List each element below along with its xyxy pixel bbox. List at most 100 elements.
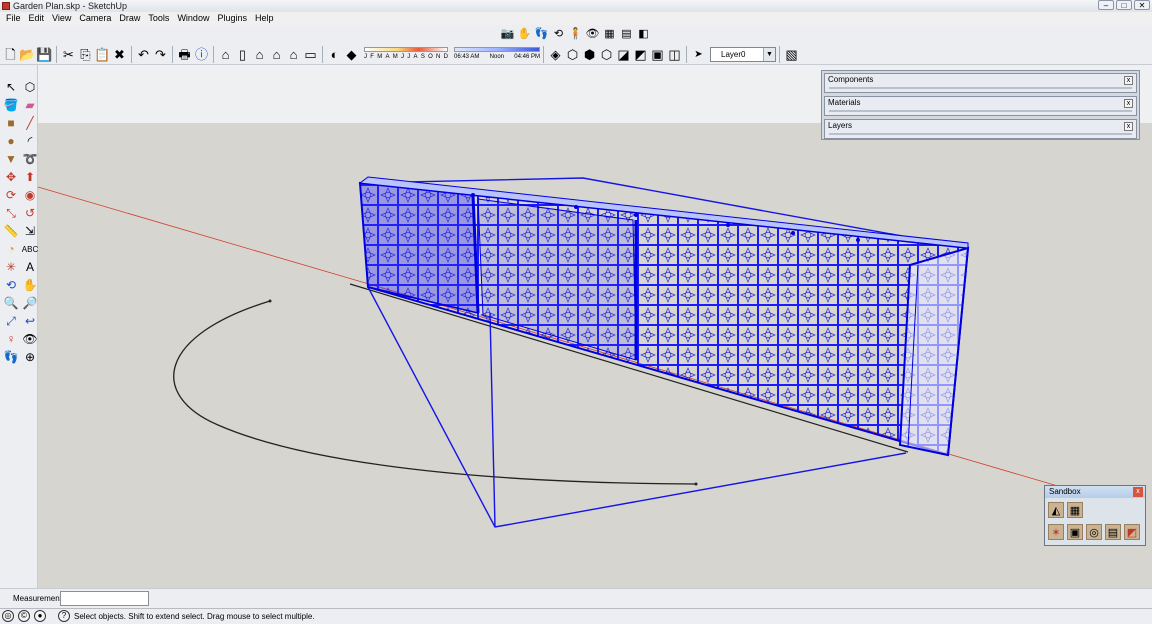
model-info-icon[interactable]: ⓘ [193, 46, 210, 63]
style-extra-icon[interactable]: ▣ [649, 46, 666, 63]
menu-plugins[interactable]: Plugins [213, 12, 251, 25]
cut-icon[interactable]: ✂ [60, 46, 77, 63]
layers-panel[interactable]: Layers x [824, 119, 1137, 139]
close-window-button[interactable]: ✕ [1134, 0, 1150, 10]
smoove-icon[interactable]: ✶ [1048, 524, 1064, 540]
shaded-textures-icon[interactable]: ◪ [615, 46, 632, 63]
save-icon[interactable]: 💾 [36, 46, 53, 63]
dimension-icon[interactable]: ⇲ [21, 223, 39, 240]
move-icon[interactable]: ✥ [2, 169, 20, 186]
circle-icon[interactable]: ● [2, 133, 20, 150]
menu-edit[interactable]: Edit [25, 12, 49, 25]
front-view-icon[interactable]: ⌂ [251, 46, 268, 63]
right-view-icon[interactable]: ⌂ [268, 46, 285, 63]
erase-icon[interactable]: ✖ [111, 46, 128, 63]
open-icon[interactable]: 📂 [19, 46, 36, 63]
follow-me-icon[interactable]: ◉ [21, 187, 39, 204]
menu-camera[interactable]: Camera [75, 12, 115, 25]
scale-icon[interactable]: ⤡ [2, 205, 20, 222]
back-view-icon[interactable]: ⌂ [285, 46, 302, 63]
paste-icon[interactable]: 📋 [94, 46, 111, 63]
push-pull-icon[interactable]: ⬆ [21, 169, 39, 186]
wireframe-icon[interactable]: ⬡ [564, 46, 581, 63]
3d-text-icon[interactable]: A [21, 259, 39, 276]
offset-icon[interactable]: ↺ [21, 205, 39, 222]
close-icon[interactable]: x [1124, 99, 1133, 108]
materials-panel[interactable]: Materials x [824, 96, 1137, 116]
orbit-icon[interactable]: ⟲ [2, 277, 20, 294]
make-component-icon[interactable]: ⬡ [21, 79, 39, 96]
print-icon[interactable]: 🖶 [176, 46, 193, 63]
zoom-extents-icon[interactable]: ⤢ [2, 313, 20, 330]
axes-icon[interactable]: ✳ [2, 259, 20, 276]
text-icon[interactable]: ABC [21, 241, 39, 258]
protractor-icon[interactable]: ◔ [2, 241, 20, 258]
components-panel[interactable]: Components x [824, 73, 1137, 93]
from-scratch-icon[interactable]: ▦ [1067, 502, 1083, 518]
xray-icon[interactable]: ◈ [547, 46, 564, 63]
copy-icon[interactable]: ⎘ [77, 46, 94, 63]
menu-window[interactable]: Window [173, 12, 213, 25]
credits-icon[interactable]: © [18, 610, 30, 622]
position-camera-icon[interactable]: 🧍 [568, 27, 583, 42]
previous-view-icon[interactable]: ↩ [21, 313, 39, 330]
freehand-icon[interactable]: ➰ [21, 151, 39, 168]
orbit-icon[interactable]: ⟲ [551, 27, 566, 42]
menu-file[interactable]: File [2, 12, 25, 25]
iso-view-icon[interactable]: ⌂ [217, 46, 234, 63]
monochrome-icon[interactable]: ◩ [632, 46, 649, 63]
eraser-icon[interactable]: ▰ [21, 97, 39, 114]
zoom-icon[interactable]: 🔍 [2, 295, 20, 312]
layer-dropdown[interactable]: Layer0 ▼ [710, 46, 776, 62]
top-view-icon[interactable]: ▯ [234, 46, 251, 63]
undo-icon[interactable]: ↶ [135, 46, 152, 63]
zoom-window-icon[interactable]: 🔎 [21, 295, 39, 312]
section-plane-icon[interactable]: ⊕ [21, 349, 39, 366]
geo-location-icon[interactable]: ◎ [2, 610, 14, 622]
section-cuts-icon[interactable]: ◧ [636, 27, 651, 42]
close-icon[interactable]: x [1124, 122, 1133, 131]
look-around-icon[interactable]: 👁 [21, 331, 39, 348]
user-icon[interactable]: ● [34, 610, 46, 622]
look-around-icon[interactable]: 👁 [585, 27, 600, 42]
help-icon[interactable]: ? [58, 610, 70, 622]
line-icon[interactable]: ╱ [21, 115, 39, 132]
hidden-line-icon[interactable]: ⬢ [581, 46, 598, 63]
menu-view[interactable]: View [48, 12, 75, 25]
pan-icon[interactable]: ✋ [21, 277, 39, 294]
select-icon[interactable]: ↖ [2, 79, 20, 96]
maximize-button[interactable]: □ [1116, 0, 1132, 10]
viewport-canvas[interactable] [38, 65, 1152, 588]
left-view-icon[interactable]: ▭ [302, 46, 319, 63]
section-icon[interactable]: ▦ [602, 27, 617, 42]
chevron-down-icon[interactable]: ▼ [763, 47, 775, 61]
add-detail-icon[interactable]: ▤ [1105, 524, 1121, 540]
layers-panel-title[interactable]: Layers [828, 121, 852, 130]
components-panel-title[interactable]: Components [828, 75, 873, 84]
polygon-icon[interactable]: ▼ [2, 151, 20, 168]
arc-icon[interactable]: ◜ [21, 133, 39, 150]
minimize-button[interactable]: – [1098, 0, 1114, 10]
from-contours-icon[interactable]: ◭ [1048, 502, 1064, 518]
measurements-input[interactable] [60, 591, 149, 606]
camera-icon[interactable]: 📷 [500, 27, 515, 42]
menu-tools[interactable]: Tools [144, 12, 173, 25]
stamp-icon[interactable]: ▣ [1067, 524, 1083, 540]
rectangle-icon[interactable]: ■ [2, 115, 20, 132]
shadow-time-slider[interactable]: 06:43 AM Noon 04:46 PM [454, 45, 540, 63]
menu-draw[interactable]: Draw [115, 12, 144, 25]
display-section-icon[interactable]: ▤ [619, 27, 634, 42]
drape-icon[interactable]: ◎ [1086, 524, 1102, 540]
paint-bucket-icon[interactable]: 🪣 [2, 97, 20, 114]
shaded-icon[interactable]: ⬡ [598, 46, 615, 63]
materials-panel-title[interactable]: Materials [828, 98, 860, 107]
layer-manager-icon[interactable]: ▧ [783, 46, 800, 63]
month-slider-track[interactable] [364, 47, 448, 52]
close-icon[interactable]: x [1124, 76, 1133, 85]
style-extra-icon[interactable]: ◫ [666, 46, 683, 63]
rotate-icon[interactable]: ⟳ [2, 187, 20, 204]
walk-icon[interactable]: 👣 [2, 349, 20, 366]
display-shadows-icon[interactable]: ◆ [343, 46, 360, 63]
walk-icon[interactable]: 👣 [534, 27, 549, 42]
shadow-month-slider[interactable]: J F M A M J J A S O N D [364, 45, 448, 63]
